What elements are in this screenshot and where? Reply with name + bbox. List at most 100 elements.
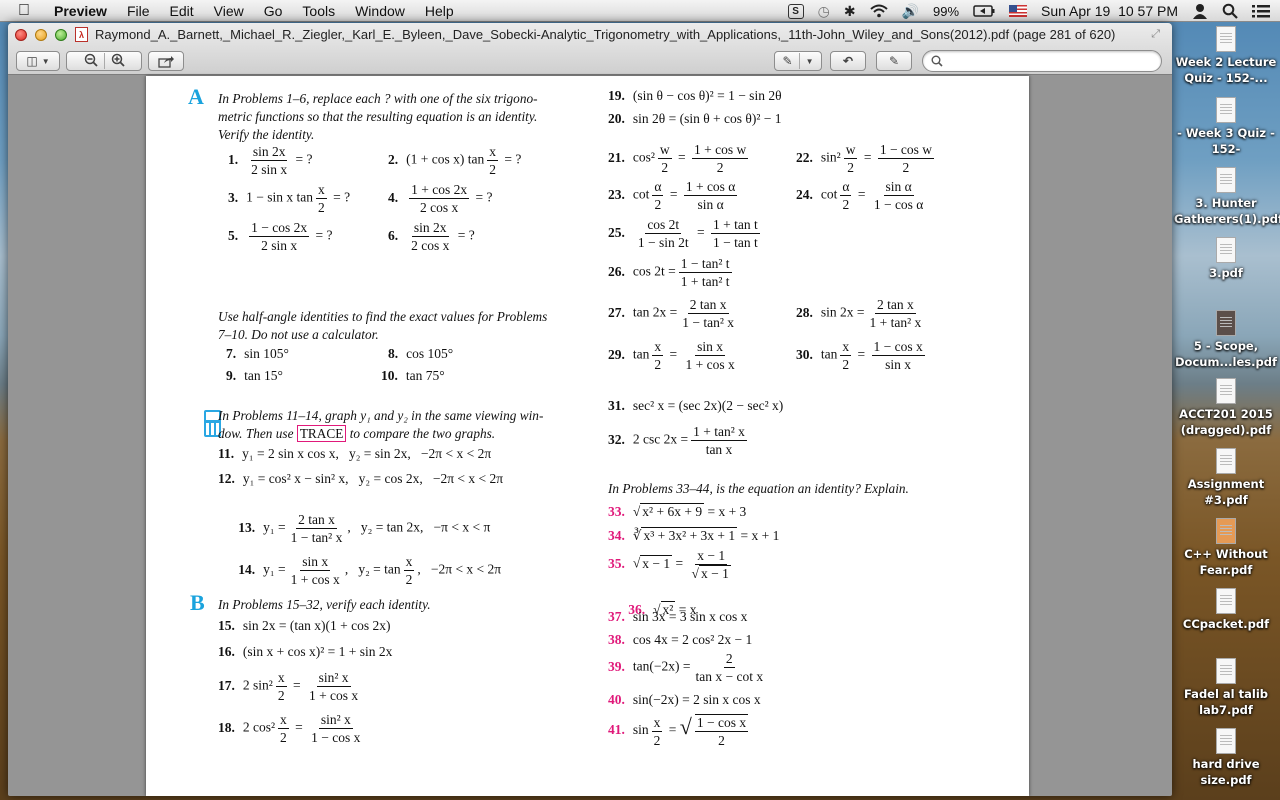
time-machine-icon[interactable]: ◷ — [818, 3, 830, 20]
half-angle-instruction: Use half-angle identities to find the ex… — [218, 309, 548, 342]
document-icon — [1216, 588, 1236, 614]
pen-icon: ✎ — [782, 54, 793, 68]
edit-toolbar-button[interactable]: ✎ — [876, 51, 912, 71]
graph-instruction: In Problems 11–14, graph y₁ and y₂ in th… — [218, 408, 544, 442]
problem-7: 7. sin 105° — [226, 346, 289, 361]
pdf-document-icon — [1216, 378, 1236, 404]
problem-14: 14. y₁ = sin x1 + cos x, y₂ = tan x 2, −2π <… — [238, 554, 502, 587]
problem-10: 10. tan 75° — [381, 368, 445, 383]
share-icon — [158, 55, 174, 68]
problem-25: 25. cos 2t 1 − sin 2t = 1 + tan t1 − tan t — [608, 217, 760, 250]
desktop-file-label: CCpacket.pdf — [1182, 617, 1270, 631]
desktop-file[interactable]: 5 - Scope, Docum...les.pdf — [1174, 310, 1278, 370]
desktop-file-label: - Week 3 Quiz - 152- — [1177, 126, 1275, 156]
problem-32: 32. 2 csc 2x = 1 + tan² x tan x — [608, 424, 747, 457]
document-icon — [1216, 728, 1236, 754]
zoom-button[interactable] — [55, 29, 67, 41]
spotlight-icon[interactable] — [1222, 3, 1238, 19]
notification-list-icon[interactable] — [1252, 4, 1270, 18]
menu-go[interactable]: Go — [264, 3, 283, 19]
problem-15: 15. sin 2x = (tan x)(1 + cos 2x) — [218, 618, 391, 633]
menu-app-preview[interactable]: Preview — [54, 3, 107, 19]
menu-view[interactable]: View — [214, 3, 244, 19]
menu-file[interactable]: File — [127, 3, 150, 19]
problem-9: 9. tan 15° — [226, 368, 283, 383]
clock[interactable]: Sun Apr 19 10 57 PM — [1041, 3, 1178, 19]
desktop-file[interactable]: Fadel al talib lab7.pdf — [1174, 658, 1278, 718]
annotate-button[interactable]: ✎ ▼ — [774, 51, 822, 71]
sidebar-icon: ◫ — [26, 54, 38, 68]
problem-1: 1. sin 2x 2 sin x = ? — [228, 144, 313, 177]
battery-percent: 99% — [932, 3, 960, 19]
zoom-out-button[interactable] — [84, 53, 98, 70]
zoom-controls — [66, 51, 142, 71]
problem-27: 27. tan 2x = 2 tan x1 − tan² x — [608, 297, 735, 330]
problem-24: 24. cot α 2 = sin α1 − cos α — [796, 179, 924, 212]
volume-icon[interactable]: 🔊 — [902, 3, 919, 20]
problem-17: 17. 2 sin² x 2 = sin² x1 + cos x — [218, 670, 359, 703]
problem-34: 34. ∛ x³ + 3x² + 3x + 1 = x + 1 — [608, 527, 780, 543]
desktop-file-label: C++ Without Fear.pdf — [1184, 547, 1268, 577]
desktop-file[interactable]: CCpacket.pdf — [1174, 588, 1278, 632]
user-icon[interactable] — [1192, 3, 1208, 19]
desktop-file[interactable]: Assignment #3.pdf — [1174, 448, 1278, 508]
close-button[interactable] — [15, 29, 27, 41]
menu-edit[interactable]: Edit — [170, 3, 194, 19]
problem-35: 35. √ x − 1 = x − 1 √ x − 1 — [608, 548, 731, 581]
document-icon — [1216, 310, 1236, 336]
desktop-file[interactable]: 3.pdf — [1174, 237, 1278, 281]
share-button[interactable] — [148, 51, 184, 71]
problem-23: 23. cot α 2 = 1 + cos α sin α — [608, 179, 738, 212]
status-area: S ◷ ✱ 🔊 99% Sun Apr 19 10 57 PM — [787, 0, 1270, 22]
desktop-file[interactable]: hard drive size.pdf — [1174, 728, 1278, 788]
desktop-file[interactable]: - Week 3 Quiz - 152- — [1174, 97, 1278, 157]
document-icon — [1216, 97, 1236, 123]
skype-icon[interactable]: S — [787, 3, 804, 19]
section-letter-a: A — [188, 84, 204, 109]
problem-39: 39. tan(−2x) = 2 tan x − cot x — [608, 651, 764, 684]
pdf-file-icon[interactable]: λ — [75, 27, 88, 42]
document-icon — [1216, 167, 1236, 193]
problem-26: 26. cos 2t = 1 − tan² t1 + tan² t — [608, 256, 732, 289]
desktop-file-label: 3.pdf — [1209, 266, 1243, 280]
chevron-down-icon: ▼ — [41, 56, 50, 66]
problem-30: 30. tan x 2 = 1 − cos x sin x — [796, 339, 925, 372]
problem-20: 20. sin 2θ = (sin θ + cos θ)² − 1 — [608, 111, 782, 126]
rotate-icon: ↶ — [842, 54, 854, 68]
desktop-file-label: Assignment #3.pdf — [1187, 477, 1265, 507]
problem-41: 41. sin x 2 = √ 1 − cos x2 — [608, 714, 749, 748]
bluetooth-icon[interactable]: ✱ — [844, 3, 856, 20]
apple-icon[interactable]:  — [18, 2, 36, 20]
search-field[interactable] — [922, 50, 1162, 72]
document-icon — [1216, 237, 1236, 263]
battery-icon[interactable] — [973, 5, 995, 17]
trace-key-label: TRACE — [296, 425, 347, 442]
section-b-instruction: In Problems 15–32, verify each identity. — [218, 597, 431, 612]
problem-3: 3. 1 − sin x tan x 2 = ? — [228, 182, 351, 215]
desktop-file-label: 3. Hunter Gatherers(1).pdf — [1174, 196, 1280, 226]
problem-6: 6. sin 2x 2 cos x = ? — [388, 220, 475, 253]
minimize-button[interactable] — [35, 29, 47, 41]
problem-19: 19. (sin θ − cos θ)² = 1 − sin 2θ — [608, 88, 782, 103]
rotate-button[interactable]: ↶ — [830, 51, 866, 71]
zoom-in-button[interactable] — [111, 53, 125, 70]
document-icon — [1216, 518, 1236, 544]
problem-31: 31. sec² x = (sec 2x)(2 − sec² x) — [608, 398, 784, 413]
menu-tools[interactable]: Tools — [302, 3, 335, 19]
menu-window[interactable]: Window — [355, 3, 405, 19]
desktop-file[interactable]: Week 2 Lecture Quiz - 152-... — [1174, 26, 1278, 86]
menu-help[interactable]: Help — [425, 3, 454, 19]
search-input[interactable] — [947, 54, 1161, 68]
section-c-instruction: In Problems 33–44, is the equation an id… — [608, 481, 909, 496]
us-flag-icon[interactable] — [1009, 5, 1028, 17]
sidebar-view-button[interactable]: ◫ ▼ — [16, 51, 60, 71]
wifi-icon[interactable] — [869, 4, 888, 18]
desktop-file-label: Fadel al talib lab7.pdf — [1184, 687, 1268, 717]
problem-16: 16. (sin x + cos x)² = 1 + sin 2x — [218, 644, 393, 659]
fullscreen-icon[interactable]: ⤢ — [1151, 28, 1160, 41]
document-icon — [1216, 658, 1236, 684]
desktop-file[interactable]: 3. Hunter Gatherers(1).pdf — [1174, 167, 1280, 227]
desktop-file[interactable]: C++ Without Fear.pdf — [1174, 518, 1278, 578]
window-title: Raymond_A._Barnett,_Michael_R._Ziegler,_… — [95, 27, 1116, 42]
desktop-file[interactable]: ACCT201 2015 (dragged).pdf — [1174, 378, 1278, 438]
